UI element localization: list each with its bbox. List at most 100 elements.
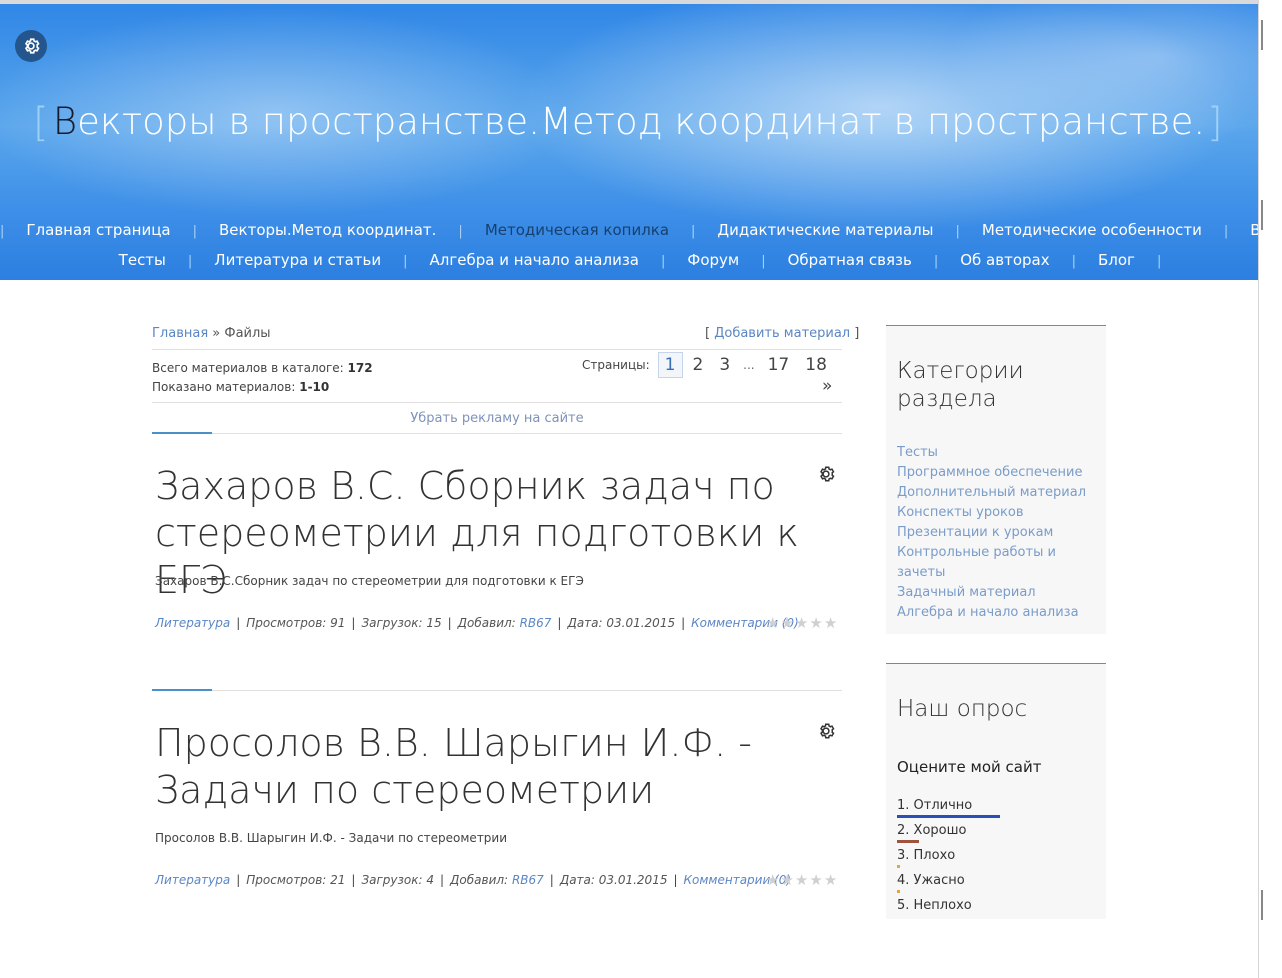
menu-item-home[interactable]: Главная страница [4, 221, 192, 239]
entry-author-link[interactable]: RB67 [520, 616, 552, 630]
browser-scrollbar[interactable] [1258, 0, 1282, 978]
breadcrumb-separator: » [208, 326, 225, 341]
menu-item-algebra[interactable]: Алгебра и начало анализа [408, 251, 662, 269]
poll-option: 3. Плохо [897, 848, 972, 873]
menu-item-forum[interactable]: Форум [665, 251, 761, 269]
rating-stars[interactable]: ★ ★ ★ ★ ★ [766, 614, 837, 632]
menu-item-authors[interactable]: Об авторах [938, 251, 1071, 269]
breadcrumb: Главная » Файлы [152, 326, 271, 341]
main-menu-row-2: Тесты | Литература и статьи | Алгебра и нача… [0, 251, 1258, 269]
category-link[interactable]: Задачный материал [897, 583, 1106, 603]
entry-category-link[interactable]: Литература [155, 873, 230, 887]
settings-button[interactable] [15, 30, 47, 62]
categories-panel: Категории раздела Тесты Программное обес… [886, 325, 1106, 634]
menu-item-method-collection[interactable]: Методическая копилка [463, 221, 691, 239]
page-3[interactable]: 3 [713, 353, 736, 377]
divider [152, 433, 842, 434]
divider [152, 402, 842, 403]
site-title-first-letter: В [52, 100, 78, 143]
total-label: Всего материалов в каталоге: [152, 361, 344, 375]
menu-item-literature[interactable]: Литература и статьи [192, 251, 403, 269]
site-title[interactable]: Векторы в пространстве.Метод координат в… [0, 100, 1258, 143]
entry-accent-line [152, 432, 212, 434]
remove-ads-link[interactable]: Убрать рекламу на сайте [152, 411, 842, 426]
page-18[interactable]: 18 [799, 353, 833, 377]
entry-description: Захаров В.С.Сборник задач по стереометри… [155, 574, 584, 588]
poll-result-bar [897, 865, 900, 868]
star-icon[interactable]: ★ [766, 614, 779, 632]
entry-meta: Литература | Просмотров: 91 | Загрузок: 15 | Д… [155, 616, 799, 630]
star-icon[interactable]: ★ [809, 614, 822, 632]
catalog-stats: Всего материалов в каталоге: 172 Показан… [152, 359, 373, 397]
category-link[interactable]: Конспекты уроков [897, 503, 1106, 523]
poll-option: 5. Неплохо [897, 898, 972, 923]
entry-views: Просмотров: 91 [246, 616, 346, 630]
pagination-label: Страницы: [582, 358, 650, 372]
entry-meta: Литература | Просмотров: 21 | Загрузок: 4 | До… [155, 873, 792, 887]
category-link[interactable]: Алгебра и начало анализа [897, 603, 1106, 623]
entry-date: Дата: 03.01.2015 [567, 616, 676, 630]
category-link[interactable]: Контрольные работы и зачеты [897, 543, 1106, 583]
shown-value: 1-10 [299, 380, 330, 394]
menu-item-vectors[interactable]: Векторы.Метод координат. [197, 221, 458, 239]
menu-item-feedback[interactable]: Обратная связь [766, 251, 934, 269]
breadcrumb-home-link[interactable]: Главная [152, 326, 208, 341]
entry-added-label: Добавил: [450, 873, 509, 887]
star-icon[interactable]: ★ [809, 871, 822, 889]
categories-list: Тесты Программное обеспечение Дополнител… [897, 443, 1106, 623]
entry-added-label: Добавил: [457, 616, 516, 630]
category-link[interactable]: Презентации к урокам [897, 523, 1106, 543]
menu-item-didactic[interactable]: Дидактические материалы [695, 221, 955, 239]
poll-option: 2. Хорошо [897, 823, 972, 848]
star-icon[interactable]: ★ [780, 871, 793, 889]
menu-item-tests[interactable]: Тесты [97, 251, 188, 269]
site-header: [ ] Векторы в пространстве.Метод координ… [0, 0, 1258, 280]
shown-label: Показано материалов: [152, 380, 296, 394]
poll-option-label: 4. Ужасно [897, 873, 965, 888]
pagination: Страницы: 1 2 3... 17 18 [582, 352, 835, 378]
total-value: 172 [347, 361, 373, 375]
star-icon[interactable]: ★ [780, 614, 793, 632]
menu-separator: | [1156, 254, 1162, 269]
pagination-dots: ... [743, 358, 755, 372]
rating-stars[interactable]: ★ ★ ★ ★ ★ [766, 871, 837, 889]
breadcrumb-current: Файлы [224, 326, 271, 341]
menu-item-method-features[interactable]: Методические особенности [960, 221, 1224, 239]
star-icon[interactable]: ★ [795, 614, 808, 632]
page-2[interactable]: 2 [687, 353, 710, 377]
page-1[interactable]: 1 [657, 352, 683, 378]
entry-views: Просмотров: 21 [246, 873, 346, 887]
categories-title: Категории раздела [897, 358, 1024, 412]
poll-option-label: 5. Неплохо [897, 898, 972, 913]
poll-panel: Наш опрос Оцените мой сайт 1. Отлично 2.… [886, 663, 1106, 919]
poll-title: Наш опрос [897, 696, 1028, 722]
category-link[interactable]: Тесты [897, 443, 1106, 463]
poll-result-bar [897, 815, 1000, 818]
star-icon[interactable]: ★ [824, 614, 837, 632]
poll-option-label: 3. Плохо [897, 848, 956, 863]
gear-icon [24, 38, 40, 54]
category-link[interactable]: Программное обеспечение [897, 463, 1106, 483]
poll-option-label: 1. Отлично [897, 798, 973, 813]
menu-item-video[interactable]: Видеоуроки [1228, 221, 1258, 239]
menu-item-blog[interactable]: Блог [1076, 251, 1157, 269]
entry-downloads: Загрузок: 4 [361, 873, 434, 887]
poll-options: 1. Отлично 2. Хорошо 3. Плохо 4. Ужасно … [897, 798, 1000, 923]
poll-option: 1. Отлично [897, 798, 1000, 823]
category-link[interactable]: Дополнительный материал [897, 483, 1106, 503]
entry-title[interactable]: Просолов В.В. Шарыгин И.Ф. - Задачи по с… [155, 720, 835, 814]
poll-option-label: 2. Хорошо [897, 823, 967, 838]
star-icon[interactable]: ★ [824, 871, 837, 889]
entry-category-link[interactable]: Литература [155, 616, 230, 630]
add-material-link[interactable]: Добавить материал [714, 326, 850, 341]
entry-accent-line [152, 689, 212, 691]
entry-author-link[interactable]: RB67 [512, 873, 544, 887]
page-17[interactable]: 17 [762, 353, 796, 377]
page-next[interactable]: » [822, 376, 832, 396]
star-icon[interactable]: ★ [766, 871, 779, 889]
add-material: [ Добавить материал ] [705, 326, 860, 341]
site-title-text: екторы в пространстве.Метод координат в … [77, 100, 1206, 143]
poll-question: Оцените мой сайт [897, 758, 1042, 776]
main-menu-row-1: | Главная страница | Векторы.Метод координа… [0, 221, 1258, 239]
star-icon[interactable]: ★ [795, 871, 808, 889]
